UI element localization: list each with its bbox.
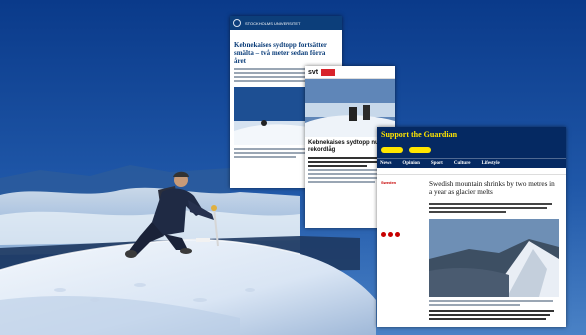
- su-header-text: STOCKHOLMS UNIVERSITET: [245, 20, 301, 26]
- guardian-subnav: [377, 168, 566, 175]
- guardian-headline: Swedish mountain shrinks by two metres i…: [429, 180, 555, 197]
- guardian-caption: [429, 300, 559, 308]
- guardian-nav-culture: Culture: [453, 161, 471, 166]
- su-header-bar: STOCKHOLMS UNIVERSITET: [230, 16, 342, 30]
- su-crest-icon: [233, 19, 241, 27]
- guardian-body-text: [429, 310, 559, 322]
- guardian-photo: [429, 219, 559, 297]
- svt-logo: svt: [308, 68, 319, 76]
- photo-collage: STOCKHOLMS UNIVERSITET Kebnekaises sydto…: [0, 0, 586, 335]
- guardian-nav-sport: Sport: [430, 161, 443, 166]
- guardian-subscribe-button: [409, 147, 432, 153]
- guardian-header: Support the Guardian: [377, 127, 566, 158]
- su-breadcrumb: [230, 30, 342, 39]
- guardian-contribute-button: [381, 147, 403, 153]
- twitter-icon: [388, 232, 393, 237]
- news-clipping-guardian: Support the Guardian News Opinion Sport …: [377, 127, 566, 327]
- guardian-support-title: Support the Guardian: [381, 130, 458, 139]
- svt-nav-tab-active: [321, 68, 336, 76]
- facebook-icon: [381, 232, 386, 237]
- guardian-nav: News Opinion Sport Culture Lifestyle: [377, 158, 566, 168]
- svt-header-bar: svt: [305, 66, 395, 79]
- guardian-standfirst: [429, 203, 557, 215]
- email-icon: [395, 232, 400, 237]
- guardian-nav-news: News: [380, 161, 392, 166]
- guardian-kicker: Sweden: [381, 180, 397, 185]
- su-headline: Kebnekaises sydtopp fortsätter smälta – …: [234, 41, 327, 65]
- guardian-nav-opinion: Opinion: [402, 161, 420, 166]
- guardian-nav-lifestyle: Lifestyle: [481, 161, 500, 166]
- guardian-share-icons: [381, 232, 400, 237]
